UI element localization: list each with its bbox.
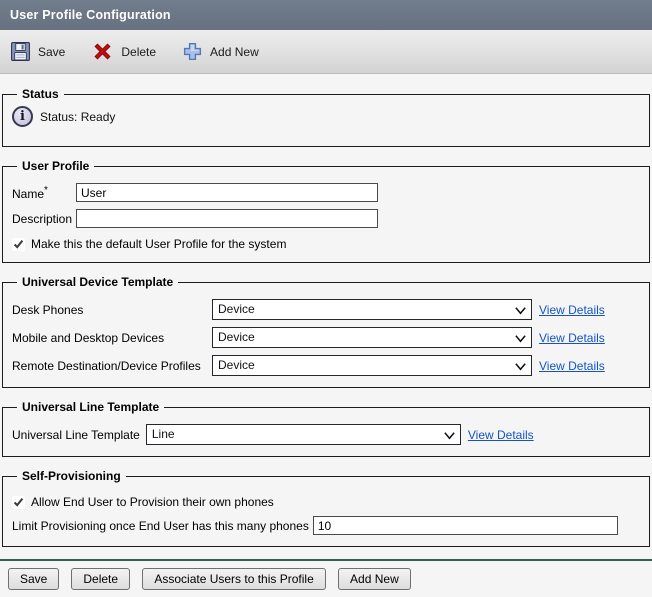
toolbar-delete-label: Delete [121, 45, 156, 59]
default-profile-checkbox[interactable] [12, 238, 25, 251]
info-icon: i [12, 106, 33, 127]
footer-button-bar: Save Delete Associate Users to this Prof… [0, 561, 652, 597]
chevron-down-icon [514, 360, 527, 376]
toolbar: Save Delete Add New [0, 30, 652, 74]
chevron-down-icon [443, 429, 456, 445]
save-icon [10, 41, 31, 62]
chevron-down-icon [514, 332, 527, 348]
name-row: Name* [12, 183, 640, 202]
universal-device-template-section-title: Universal Device Template [17, 275, 178, 289]
self-provisioning-section-title: Self-Provisioning [17, 469, 126, 483]
default-profile-checkbox-label: Make this the default User Profile for t… [31, 237, 286, 251]
universal-line-template-label: Universal Line Template [12, 428, 140, 442]
remote-destination-view-details-link[interactable]: View Details [539, 359, 605, 373]
limit-provisioning-input[interactable] [313, 516, 618, 535]
mobile-desktop-select[interactable]: Device [212, 327, 532, 348]
desk-phones-select-value: Device [218, 302, 255, 316]
universal-line-template-row: Universal Line Template Line View Detail… [12, 424, 640, 445]
desk-phones-row: Desk Phones Device View Details [12, 299, 640, 320]
description-label: Description [12, 212, 76, 226]
allow-provision-checkbox-label: Allow End User to Provision their own ph… [31, 495, 274, 509]
toolbar-add-new-button[interactable]: Add New [182, 41, 259, 62]
required-marker: * [44, 185, 48, 196]
desk-phones-select[interactable]: Device [212, 299, 532, 320]
allow-provision-checkbox[interactable] [12, 496, 25, 509]
name-label: Name* [12, 185, 76, 201]
main-content: Status i Status: Ready User Profile Name… [0, 74, 652, 597]
description-input[interactable] [76, 209, 378, 228]
mobile-desktop-select-value: Device [218, 330, 255, 344]
associate-users-button[interactable]: Associate Users to this Profile [142, 568, 326, 590]
mobile-desktop-label: Mobile and Desktop Devices [12, 331, 212, 345]
page-title: User Profile Configuration [10, 8, 171, 22]
description-row: Description [12, 209, 640, 228]
status-section-title: Status [17, 87, 64, 101]
universal-line-template-section: Universal Line Template Universal Line T… [2, 400, 650, 457]
desk-phones-view-details-link[interactable]: View Details [539, 303, 605, 317]
mobile-desktop-view-details-link[interactable]: View Details [539, 331, 605, 345]
status-row: i Status: Ready [12, 104, 640, 135]
add-new-button[interactable]: Add New [338, 568, 411, 590]
universal-line-template-view-details-link[interactable]: View Details [468, 428, 534, 442]
default-profile-row: Make this the default User Profile for t… [12, 237, 640, 251]
status-text: Status: Ready [40, 110, 115, 124]
save-button[interactable]: Save [8, 568, 59, 590]
remote-destination-label: Remote Destination/Device Profiles [12, 359, 212, 373]
toolbar-save-button[interactable]: Save [10, 41, 65, 62]
limit-provisioning-row: Limit Provisioning once End User has thi… [12, 516, 640, 535]
user-profile-section: User Profile Name* Description Make this… [2, 159, 650, 263]
toolbar-delete-button[interactable]: Delete [91, 40, 156, 63]
delete-button[interactable]: Delete [71, 568, 130, 590]
user-profile-section-title: User Profile [17, 159, 94, 173]
remote-destination-select[interactable]: Device [212, 355, 532, 376]
chevron-down-icon [514, 304, 527, 320]
toolbar-add-new-label: Add New [210, 45, 259, 59]
universal-line-template-select-value: Line [152, 427, 175, 441]
name-input[interactable] [76, 183, 378, 202]
universal-line-template-select[interactable]: Line [146, 424, 461, 445]
allow-provision-row: Allow End User to Provision their own ph… [12, 495, 640, 509]
universal-device-template-section: Universal Device Template Desk Phones De… [2, 275, 650, 388]
universal-line-template-section-title: Universal Line Template [17, 400, 164, 414]
delete-x-icon [91, 40, 114, 63]
toolbar-save-label: Save [38, 45, 65, 59]
self-provisioning-section: Self-Provisioning Allow End User to Prov… [2, 469, 650, 547]
add-plus-icon [182, 41, 203, 62]
remote-destination-row: Remote Destination/Device Profiles Devic… [12, 355, 640, 376]
desk-phones-label: Desk Phones [12, 303, 212, 317]
mobile-desktop-row: Mobile and Desktop Devices Device View D… [12, 327, 640, 348]
status-section: Status i Status: Ready [2, 87, 650, 147]
limit-provisioning-label: Limit Provisioning once End User has thi… [12, 519, 309, 533]
remote-destination-select-value: Device [218, 358, 255, 372]
page-title-bar: User Profile Configuration [0, 0, 652, 30]
